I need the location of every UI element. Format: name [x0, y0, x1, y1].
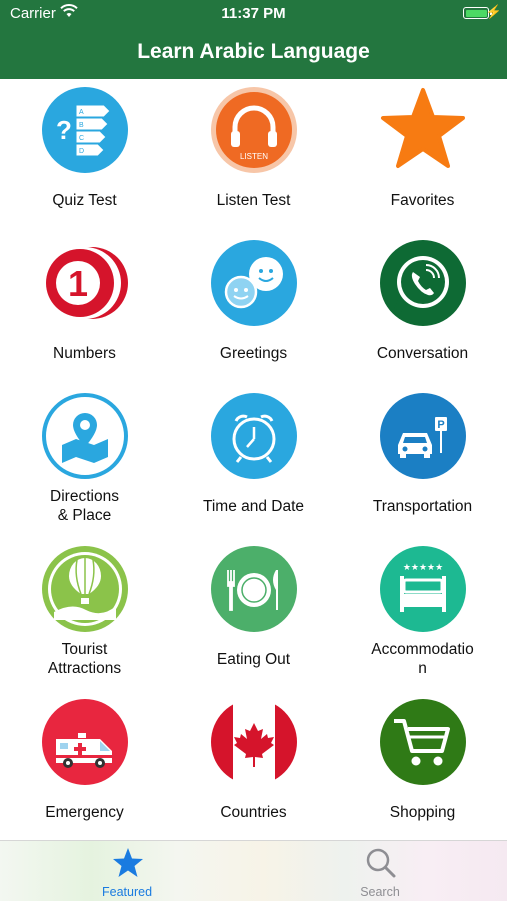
hot-air-balloon-icon [42, 546, 128, 632]
page-title: Learn Arabic Language [137, 40, 370, 63]
status-bar: Carrier 11:37 PM ⚡ [0, 0, 507, 28]
tab-search[interactable]: Search [315, 841, 445, 901]
tab-featured[interactable]: Featured [62, 841, 192, 901]
label-line-1: Accommodatio [371, 641, 474, 658]
category-label: Tourist Attractions [0, 640, 169, 678]
category-label: Conversation [376, 345, 469, 362]
category-countries[interactable]: Countries [169, 691, 338, 843]
svg-text:D: D [79, 148, 84, 155]
label-line-2: n [418, 660, 427, 677]
category-label: Shopping [389, 804, 456, 821]
ambulance-icon [42, 699, 128, 785]
category-listen-test[interactable]: LISTEN Listen Test [169, 79, 338, 231]
category-label: Countries [220, 804, 287, 821]
category-emergency[interactable]: Emergency [0, 691, 169, 843]
category-numbers[interactable]: 1 Numbers [0, 232, 169, 384]
alarm-clock-icon [211, 393, 297, 479]
category-shopping[interactable]: Shopping [338, 691, 507, 843]
plate-cutlery-icon [211, 546, 297, 632]
category-label: Numbers [53, 345, 116, 362]
svg-text:1: 1 [68, 263, 88, 304]
hotel-bed-icon: ★★★★★ [380, 546, 466, 632]
category-label: Directions & Place [0, 487, 169, 525]
shopping-cart-icon [380, 699, 466, 785]
category-quiz-test[interactable]: ? ABCD Quiz Test [0, 79, 169, 231]
category-favorites[interactable]: Favorites [338, 79, 507, 231]
smiley-chat-icon [211, 240, 297, 326]
category-greetings[interactable]: Greetings [169, 232, 338, 384]
headphones-icon: LISTEN [211, 87, 297, 173]
quiz-icon: ? ABCD [42, 87, 128, 173]
category-label: Greetings [219, 345, 288, 362]
phone-chat-icon [380, 240, 466, 326]
charging-icon: ⚡ [485, 4, 502, 19]
category-label: Listen Test [216, 192, 291, 209]
label-line-2: Attractions [47, 660, 122, 677]
category-label: Transportation [372, 498, 473, 515]
svg-text:LISTEN: LISTEN [240, 152, 268, 161]
canada-flag-icon [211, 699, 297, 785]
label-line-1: Tourist [61, 641, 108, 658]
category-label: Eating Out [216, 651, 291, 668]
search-icon [365, 847, 397, 879]
category-label: Accommodatio n [338, 640, 507, 678]
category-label: Quiz Test [52, 192, 117, 209]
label-line-2: & Place [57, 507, 112, 524]
car-parking-icon: P [380, 393, 466, 479]
svg-text:★★★★★: ★★★★★ [403, 563, 443, 573]
label-line-1: Directions [50, 488, 119, 505]
star-icon [380, 87, 466, 173]
category-transportation[interactable]: P Transportation [338, 385, 507, 537]
tab-label: Search [360, 885, 400, 899]
tab-label: Featured [101, 885, 153, 899]
svg-text:C: C [79, 135, 84, 142]
svg-text:P: P [437, 419, 444, 431]
navigation-header: Carrier 11:37 PM ⚡ Learn Arabic Language [0, 0, 507, 79]
category-time-and-date[interactable]: Time and Date [169, 385, 338, 537]
map-pin-icon [42, 393, 128, 479]
category-label: Time and Date [202, 498, 305, 515]
category-conversation[interactable]: Conversation [338, 232, 507, 384]
category-eating-out[interactable]: Eating Out [169, 538, 338, 690]
star-icon [112, 847, 144, 879]
svg-text:?: ? [56, 115, 72, 145]
category-label: Emergency [45, 804, 124, 821]
category-grid: ? ABCD Quiz Test LISTEN Listen Test Favo… [0, 79, 507, 839]
tab-bar: Featured Search [0, 840, 507, 901]
category-accommodation[interactable]: ★★★★★ Accommodatio n [338, 538, 507, 690]
svg-text:B: B [79, 122, 84, 129]
category-tourist-attractions[interactable]: Tourist Attractions [0, 538, 169, 690]
category-directions-place[interactable]: Directions & Place [0, 385, 169, 537]
category-label: Favorites [390, 192, 455, 209]
clock: 11:37 PM [221, 5, 286, 22]
number-one-icon: 1 [42, 240, 128, 326]
svg-text:A: A [79, 109, 84, 116]
